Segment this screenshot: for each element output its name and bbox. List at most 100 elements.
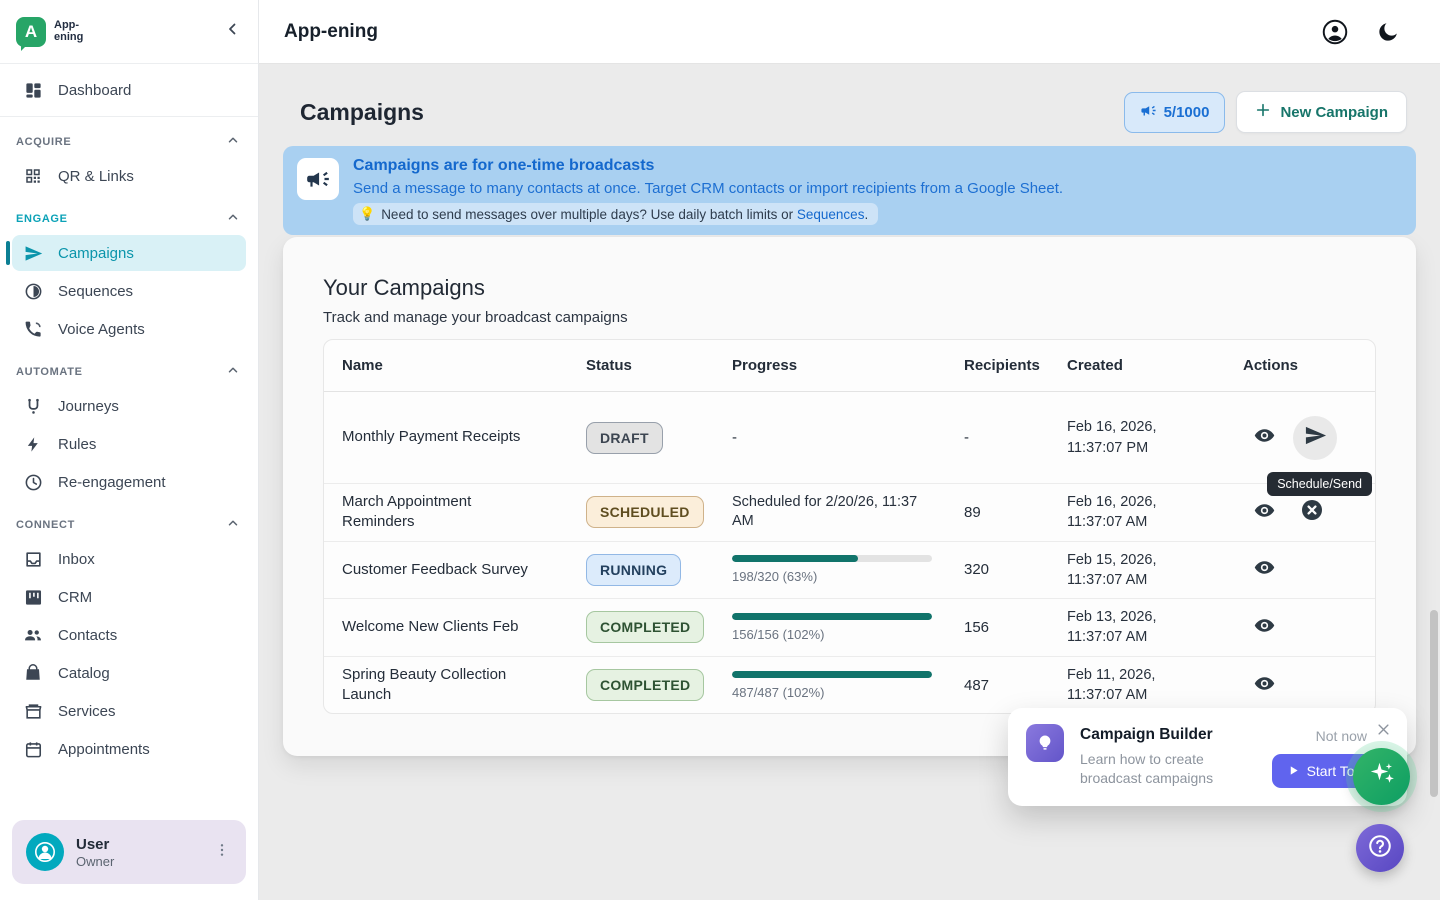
sidebar-item-services[interactable]: Services <box>12 693 246 729</box>
sidebar-logo-row: A App-ening <box>0 0 258 64</box>
cancel-button[interactable] <box>1293 493 1331 531</box>
section-acquire[interactable]: ACQUIRE <box>0 119 258 156</box>
sidebar-item-rules[interactable]: Rules <box>12 426 246 462</box>
sidebar-item-label: Inbox <box>58 551 95 568</box>
table-row: Welcome New Clients Feb COMPLETED 156/15… <box>324 599 1375 657</box>
sidebar-item-sequences[interactable]: Sequences <box>12 273 246 309</box>
question-circle-icon <box>1367 833 1393 864</box>
topbar: App-ening <box>259 0 1440 64</box>
view-button[interactable] <box>1245 551 1283 589</box>
dark-mode-moon-icon[interactable] <box>1376 20 1400 44</box>
send-icon <box>22 244 44 263</box>
sidebar-item-catalog[interactable]: Catalog <box>12 655 246 691</box>
campaign-quota-badge[interactable]: 5/1000 <box>1124 92 1226 133</box>
created-cell: Feb 13, 2026, 11:37:07 AM <box>1049 599 1171 656</box>
phone-icon <box>22 320 44 339</box>
column-header-name: Name <box>324 349 568 382</box>
account-icon[interactable] <box>1322 19 1348 45</box>
lightbulb-emoji-icon: 💡 <box>359 206 375 222</box>
sidebar-collapse-button[interactable] <box>224 20 242 43</box>
eye-icon <box>1253 556 1276 583</box>
sidebar-item-label: Journeys <box>58 398 119 415</box>
bolt-icon <box>22 436 44 453</box>
sidebar-item-campaigns[interactable]: Campaigns <box>12 235 246 271</box>
status-badge: COMPLETED <box>586 669 704 701</box>
view-button[interactable] <box>1245 666 1283 704</box>
table-row: Customer Feedback Survey RUNNING 198/320… <box>324 542 1375 600</box>
sidebar-item-crm[interactable]: CRM <box>12 579 246 615</box>
dashboard-icon <box>22 81 44 100</box>
user-name: User <box>76 836 196 853</box>
app-logo-icon: A <box>16 17 46 47</box>
close-icon[interactable] <box>1372 718 1395 746</box>
page-head: Campaigns 5/1000 New Campaign <box>300 91 1407 133</box>
campaign-name: Customer Feedback Survey <box>342 560 528 580</box>
created-cell: Feb 11, 2026, 11:37:07 AM <box>1049 657 1171 714</box>
campaign-name: Welcome New Clients Feb <box>342 617 518 637</box>
megaphone-icon <box>297 158 339 200</box>
eye-icon <box>1253 499 1276 526</box>
chevron-up-icon <box>226 363 240 380</box>
eye-icon <box>1253 424 1276 451</box>
eye-icon <box>1253 672 1276 699</box>
new-campaign-button[interactable]: New Campaign <box>1236 91 1407 133</box>
help-button[interactable] <box>1356 824 1404 872</box>
dots-vertical-icon[interactable] <box>208 836 236 869</box>
campaigns-table: Name Status Progress Recipients Created … <box>323 339 1376 714</box>
sidebar-item-re-engagement[interactable]: Re-engagement <box>12 464 246 500</box>
view-button[interactable] <box>1245 608 1283 646</box>
sidebar-user-dock: User Owner <box>0 804 258 900</box>
view-button[interactable] <box>1245 419 1283 457</box>
storefront-icon <box>22 702 44 721</box>
table-header-row: Name Status Progress Recipients Created … <box>324 340 1375 392</box>
progress-cell: 156/156 (102%) <box>732 613 932 642</box>
sidebar-item-dashboard[interactable]: Dashboard <box>12 72 246 108</box>
sidebar-nav: Dashboard ACQUIRE QR & Links ENGAGE <box>0 64 258 767</box>
user-role: Owner <box>76 854 196 869</box>
not-now-button[interactable]: Not now <box>1316 728 1367 744</box>
created-cell: Feb 16, 2026, 11:37:07 PM <box>1049 409 1171 466</box>
banner-tip: 💡 Need to send messages over multiple da… <box>353 203 878 225</box>
section-engage[interactable]: ENGAGE <box>0 196 258 233</box>
recipients-cell: 487 <box>946 669 1049 702</box>
sidebar-item-label: Rules <box>58 436 96 453</box>
section-connect[interactable]: CONNECT <box>0 502 258 539</box>
card-title: Your Campaigns <box>323 275 1376 301</box>
progress-bar <box>732 613 932 620</box>
page-title: Campaigns <box>300 99 424 126</box>
column-header-recipients: Recipients <box>946 349 1049 382</box>
sidebar-item-label: Sequences <box>58 283 133 300</box>
sidebar-item-appointments[interactable]: Appointments <box>12 731 246 767</box>
user-meta: User Owner <box>76 836 196 869</box>
user-avatar <box>26 833 64 871</box>
chevron-left-icon <box>224 20 242 43</box>
app-logo[interactable]: A App-ening <box>16 17 83 47</box>
recipients-cell: 156 <box>946 611 1049 644</box>
campaign-builder-popup: Campaign Builder Learn how to create bro… <box>1008 708 1407 806</box>
schedule-send-button[interactable] <box>1293 416 1337 460</box>
user-card[interactable]: User Owner <box>12 820 246 884</box>
sidebar-item-journeys[interactable]: Journeys <box>12 388 246 424</box>
sidebar-item-label: Re-engagement <box>58 474 166 491</box>
progress-cell: 487/487 (102%) <box>732 671 932 700</box>
column-header-actions: Actions <box>1225 349 1375 382</box>
status-badge: COMPLETED <box>586 611 704 643</box>
view-button[interactable] <box>1245 493 1283 531</box>
popup-title: Campaign Builder <box>1080 726 1240 744</box>
chevron-up-icon <box>226 210 240 227</box>
sidebar-item-voice-agents[interactable]: Voice Agents <box>12 311 246 347</box>
ai-assistant-button[interactable] <box>1353 748 1410 805</box>
sequences-link[interactable]: Sequences <box>797 207 865 222</box>
campaign-name: March Appointment Reminders <box>342 492 530 533</box>
sidebar-item-label: Catalog <box>58 665 110 682</box>
half-circle-icon <box>22 282 44 301</box>
section-automate[interactable]: AUTOMATE <box>0 349 258 386</box>
table-row: Spring Beauty Collection Launch COMPLETE… <box>324 657 1375 714</box>
sidebar-item-inbox[interactable]: Inbox <box>12 541 246 577</box>
sidebar-item-qr-links[interactable]: QR & Links <box>12 158 246 194</box>
lightbulb-icon <box>1026 724 1064 762</box>
sidebar-item-contacts[interactable]: Contacts <box>12 617 246 653</box>
page-scrollbar[interactable] <box>1430 610 1438 797</box>
x-circle-icon <box>1300 498 1324 526</box>
topbar-title: App-ening <box>284 21 378 43</box>
